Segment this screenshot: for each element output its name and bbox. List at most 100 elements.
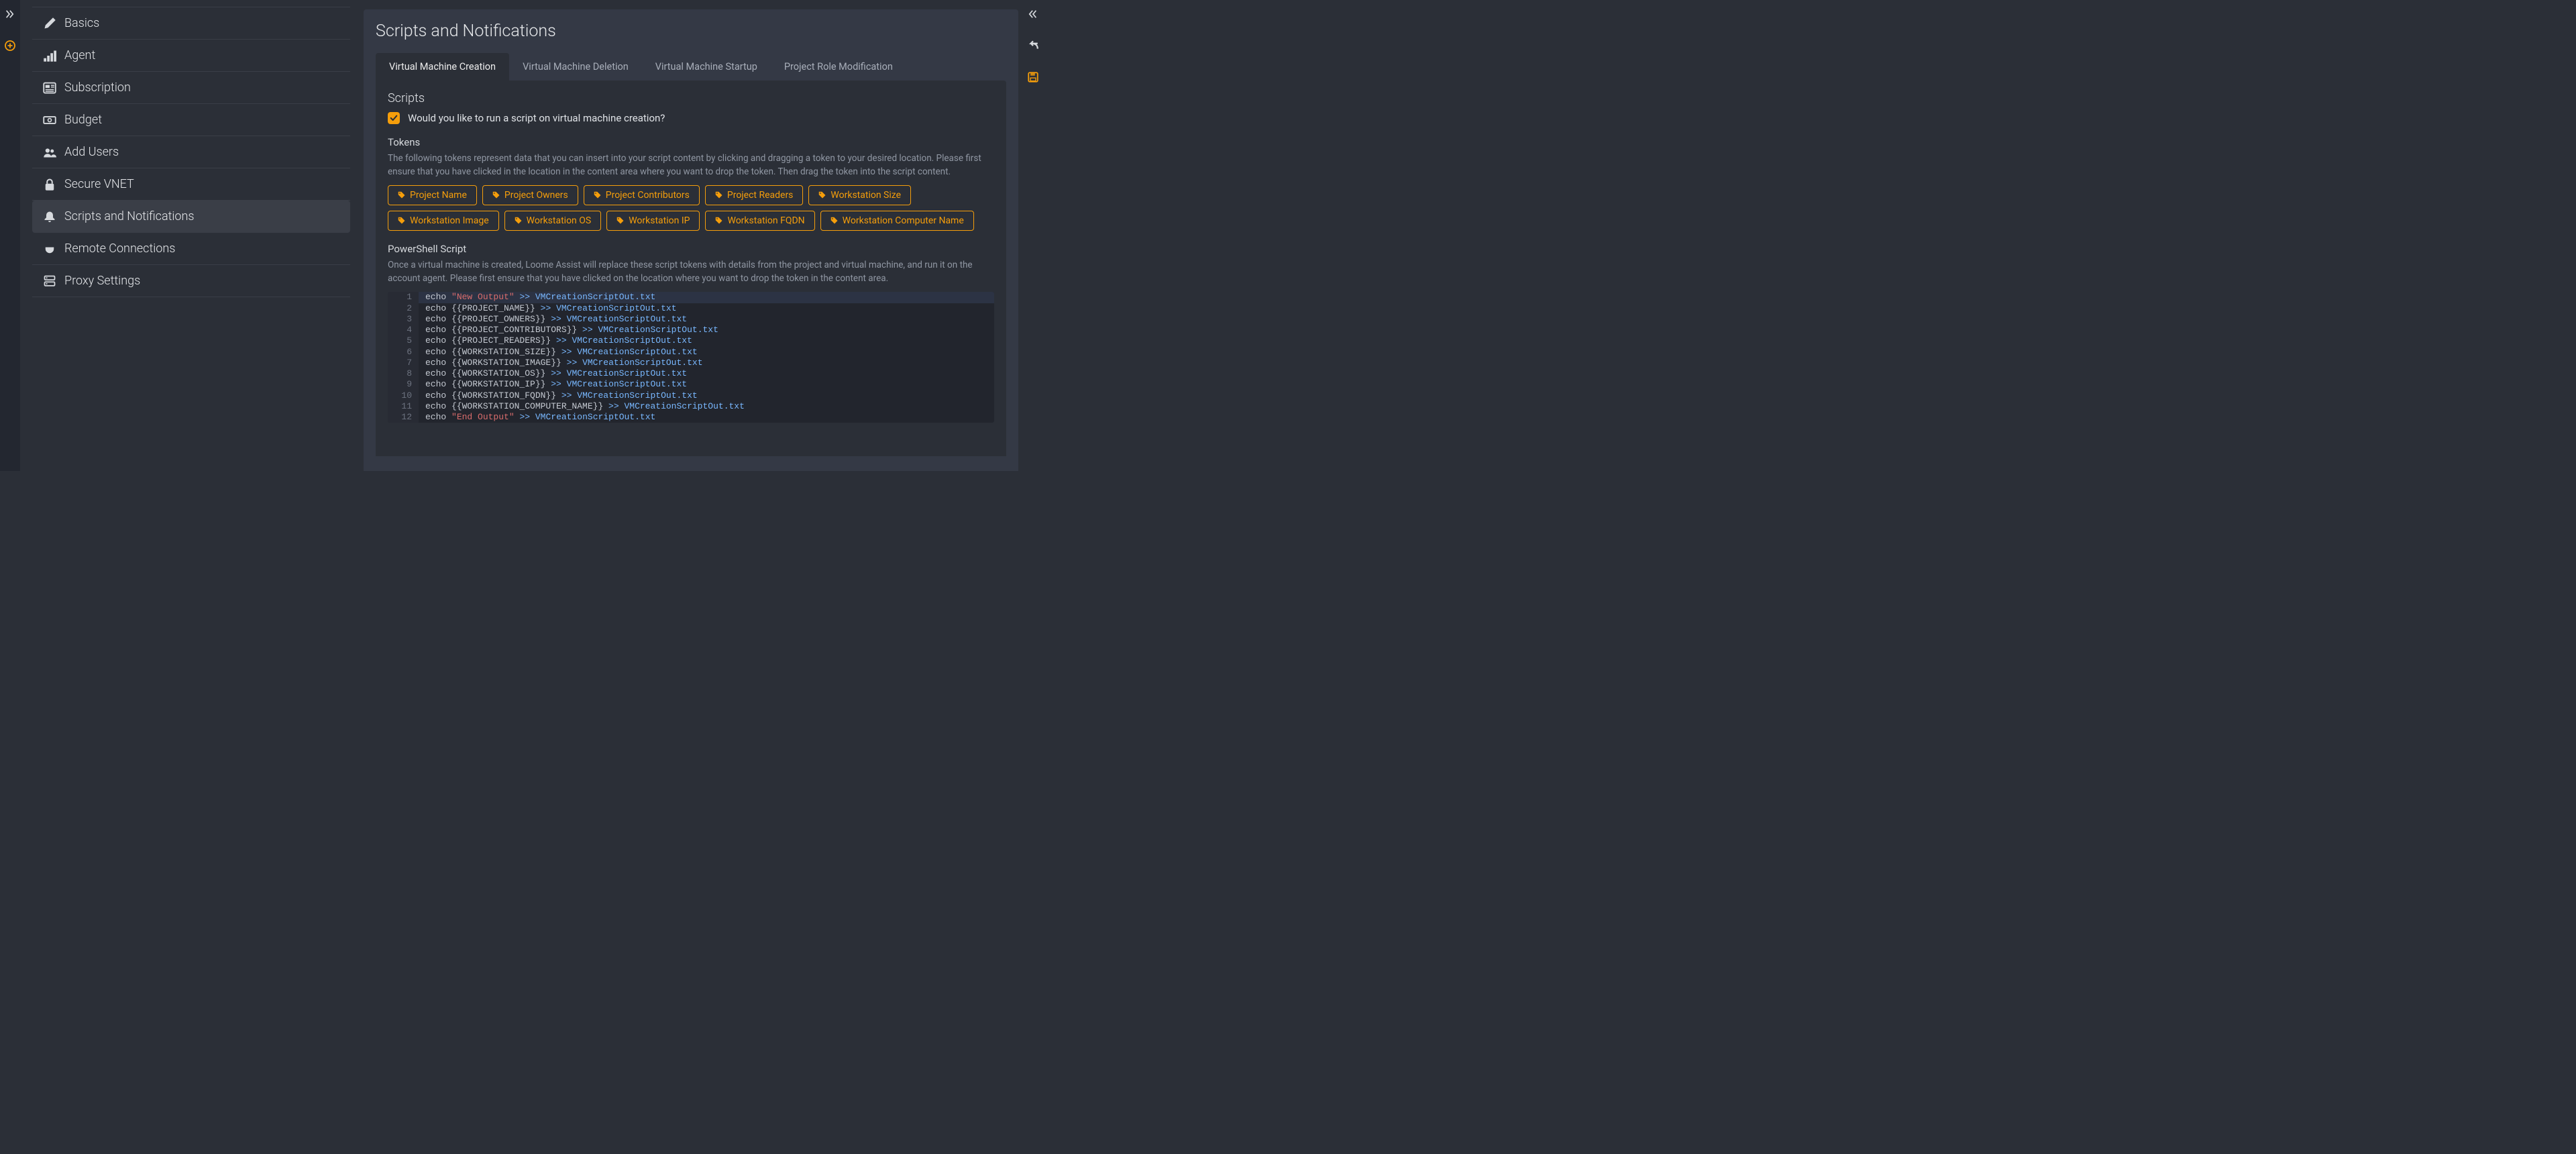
users-icon	[43, 146, 56, 159]
tab-virtual-machine-creation[interactable]: Virtual Machine Creation	[376, 53, 509, 81]
code-content[interactable]: echo {{WORKSTATION_IP}} >> VMCreationScr…	[419, 379, 687, 390]
newspaper-icon	[43, 81, 56, 95]
page-title: Scripts and Notifications	[376, 21, 1006, 41]
collapse-right-icon[interactable]	[1028, 9, 1038, 19]
sidebar-item-budget[interactable]: Budget	[32, 104, 350, 136]
token-label: Project Name	[410, 190, 467, 201]
sidebar-item-scripts-and-notifications[interactable]: Scripts and Notifications	[32, 201, 350, 233]
powershell-heading: PowerShell Script	[388, 243, 994, 255]
code-content[interactable]: echo "New Output" >> VMCreationScriptOut…	[419, 292, 655, 303]
token-project-contributors[interactable]: Project Contributors	[584, 185, 700, 205]
sidebar-item-basics[interactable]: Basics	[32, 7, 350, 40]
sidebar-item-subscription[interactable]: Subscription	[32, 72, 350, 104]
code-content[interactable]: echo {{WORKSTATION_FQDN}} >> VMCreationS…	[419, 390, 698, 401]
code-content[interactable]: echo {{PROJECT_NAME}} >> VMCreationScrip…	[419, 303, 677, 314]
line-number: 1	[388, 292, 419, 303]
tokens-heading: Tokens	[388, 136, 994, 148]
expand-left-icon[interactable]	[5, 9, 15, 20]
token-label: Project Owners	[504, 190, 568, 201]
code-line[interactable]: 7echo {{WORKSTATION_IMAGE}} >> VMCreatio…	[388, 358, 994, 368]
sidebar-item-label: Proxy Settings	[64, 274, 140, 288]
token-label: Project Contributors	[606, 190, 690, 201]
code-content[interactable]: echo {{WORKSTATION_COMPUTER_NAME}} >> VM…	[419, 401, 745, 412]
code-line[interactable]: 2echo {{PROJECT_NAME}} >> VMCreationScri…	[388, 303, 994, 314]
code-content[interactable]: echo {{WORKSTATION_IMAGE}} >> VMCreation…	[419, 358, 703, 368]
line-number: 11	[388, 401, 419, 412]
code-line[interactable]: 11echo {{WORKSTATION_COMPUTER_NAME}} >> …	[388, 401, 994, 412]
bell-icon	[43, 210, 56, 223]
tokens-help-text: The following tokens represent data that…	[388, 152, 994, 178]
sidebar-item-label: Subscription	[64, 81, 131, 95]
sidebar-item-remote-connections[interactable]: Remote Connections	[32, 233, 350, 265]
token-label: Workstation FQDN	[727, 215, 804, 226]
run-script-checkbox[interactable]	[388, 112, 400, 124]
code-line[interactable]: 5echo {{PROJECT_READERS}} >> VMCreationS…	[388, 335, 994, 346]
server-icon	[43, 274, 56, 288]
token-project-name[interactable]: Project Name	[388, 185, 477, 205]
script-editor[interactable]: 1echo "New Output" >> VMCreationScriptOu…	[388, 292, 994, 423]
code-line[interactable]: 1echo "New Output" >> VMCreationScriptOu…	[388, 292, 994, 303]
tabs: Virtual Machine CreationVirtual Machine …	[376, 53, 1006, 81]
add-circle-icon[interactable]	[5, 40, 15, 51]
tab-project-role-modification[interactable]: Project Role Modification	[771, 53, 906, 81]
money-bill-icon	[43, 113, 56, 127]
sidebar-item-add-users[interactable]: Add Users	[32, 136, 350, 168]
code-line[interactable]: 6echo {{WORKSTATION_SIZE}} >> VMCreation…	[388, 347, 994, 358]
token-workstation-size[interactable]: Workstation Size	[808, 185, 911, 205]
sidebar-item-secure-vnet[interactable]: Secure VNET	[32, 168, 350, 201]
undo-icon[interactable]	[1027, 39, 1039, 51]
code-line[interactable]: 10echo {{WORKSTATION_FQDN}} >> VMCreatio…	[388, 390, 994, 401]
line-number: 8	[388, 368, 419, 379]
code-line[interactable]: 12echo "End Output" >> VMCreationScriptO…	[388, 412, 994, 423]
tag-icon	[398, 217, 406, 225]
code-content[interactable]: echo {{WORKSTATION_OS}} >> VMCreationScr…	[419, 368, 687, 379]
tab-virtual-machine-deletion[interactable]: Virtual Machine Deletion	[509, 53, 642, 81]
token-project-readers[interactable]: Project Readers	[705, 185, 804, 205]
code-line[interactable]: 3echo {{PROJECT_OWNERS}} >> VMCreationSc…	[388, 314, 994, 325]
token-label: Workstation Image	[410, 215, 489, 226]
token-workstation-computer-name[interactable]: Workstation Computer Name	[820, 211, 974, 231]
main-panel: Scripts and Notifications Virtual Machin…	[364, 9, 1018, 471]
powershell-help-text: Once a virtual machine is created, Loome…	[388, 259, 994, 285]
sidebar-item-agent[interactable]: Agent	[32, 40, 350, 72]
save-icon[interactable]	[1027, 71, 1039, 83]
tag-icon	[830, 217, 839, 225]
token-label: Workstation Computer Name	[843, 215, 964, 226]
tag-icon	[715, 191, 723, 199]
code-content[interactable]: echo {{WORKSTATION_SIZE}} >> VMCreationS…	[419, 347, 698, 358]
sidebar-item-label: Agent	[64, 48, 95, 62]
sidebar-item-label: Remote Connections	[64, 242, 175, 256]
tab-body: Scripts Would you like to run a script o…	[376, 81, 1006, 456]
line-number: 4	[388, 325, 419, 335]
token-workstation-ip[interactable]: Workstation IP	[606, 211, 700, 231]
line-number: 3	[388, 314, 419, 325]
code-content[interactable]: echo {{PROJECT_READERS}} >> VMCreationSc…	[419, 335, 692, 346]
scripts-heading: Scripts	[388, 91, 994, 105]
code-content[interactable]: echo "End Output" >> VMCreationScriptOut…	[419, 412, 655, 423]
line-number: 5	[388, 335, 419, 346]
code-content[interactable]: echo {{PROJECT_CONTRIBUTORS}} >> VMCreat…	[419, 325, 718, 335]
tag-icon	[715, 217, 723, 225]
sidebar-item-proxy-settings[interactable]: Proxy Settings	[32, 265, 350, 297]
token-label: Workstation OS	[527, 215, 592, 226]
sidebar-item-label: Budget	[64, 113, 102, 127]
run-script-checkbox-row[interactable]: Would you like to run a script on virtua…	[388, 112, 994, 124]
token-workstation-os[interactable]: Workstation OS	[504, 211, 602, 231]
tag-icon	[515, 217, 523, 225]
tab-virtual-machine-startup[interactable]: Virtual Machine Startup	[642, 53, 771, 81]
token-label: Workstation Size	[830, 190, 901, 201]
right-rail	[1020, 0, 1046, 471]
code-content[interactable]: echo {{PROJECT_OWNERS}} >> VMCreationScr…	[419, 314, 687, 325]
code-line[interactable]: 8echo {{WORKSTATION_OS}} >> VMCreationSc…	[388, 368, 994, 379]
token-project-owners[interactable]: Project Owners	[482, 185, 578, 205]
token-workstation-fqdn[interactable]: Workstation FQDN	[705, 211, 814, 231]
code-line[interactable]: 9echo {{WORKSTATION_IP}} >> VMCreationSc…	[388, 379, 994, 390]
line-number: 12	[388, 412, 419, 423]
line-number: 9	[388, 379, 419, 390]
tag-icon	[616, 217, 625, 225]
line-number: 7	[388, 358, 419, 368]
sidebar-item-label: Scripts and Notifications	[64, 209, 195, 223]
code-line[interactable]: 4echo {{PROJECT_CONTRIBUTORS}} >> VMCrea…	[388, 325, 994, 335]
line-number: 10	[388, 390, 419, 401]
token-workstation-image[interactable]: Workstation Image	[388, 211, 499, 231]
